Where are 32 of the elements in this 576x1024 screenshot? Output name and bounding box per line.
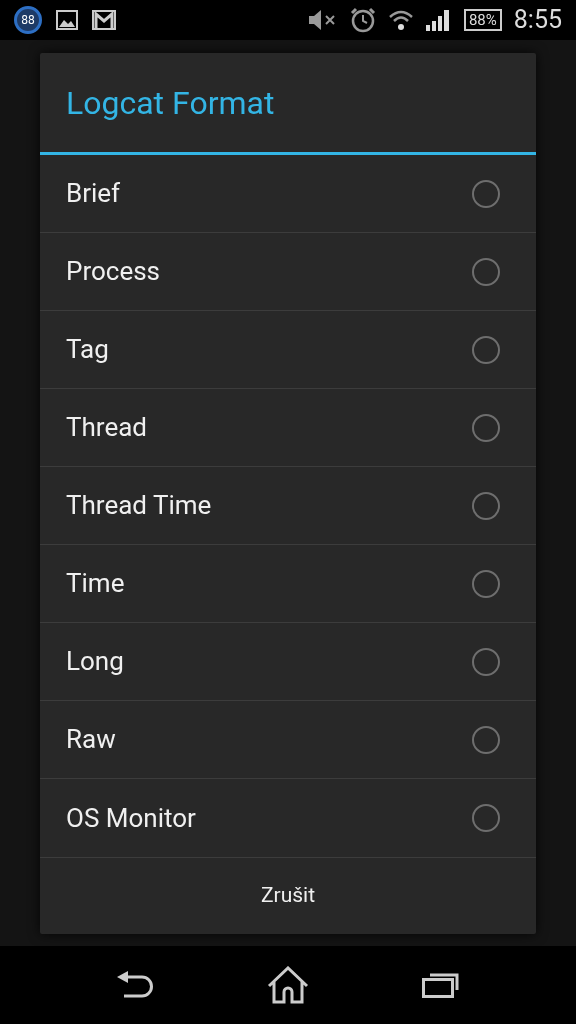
radio-button[interactable]: [472, 647, 500, 676]
mute-icon: [307, 9, 338, 31]
notification-badge: 88: [14, 6, 42, 34]
option-row[interactable]: Tag: [40, 311, 536, 389]
radio-button[interactable]: [472, 725, 500, 754]
dialog-title: Logcat Format: [66, 82, 275, 124]
radio-button[interactable]: [472, 804, 500, 832]
option-row[interactable]: Thread Time: [40, 467, 536, 545]
radio-button[interactable]: [472, 179, 500, 208]
cancel-button[interactable]: Zrušit: [40, 857, 536, 934]
alarm-clock-icon: [349, 7, 376, 33]
back-icon[interactable]: [116, 971, 155, 999]
home-icon[interactable]: [267, 966, 309, 1004]
signal-icon: [425, 9, 452, 31]
option-row[interactable]: Process: [40, 233, 536, 311]
option-row[interactable]: Long: [40, 623, 536, 701]
clock: 8:55: [513, 4, 562, 37]
option-row[interactable]: OS Monitor: [40, 779, 536, 857]
wifi-icon: [387, 9, 414, 31]
option-row[interactable]: Time: [40, 545, 536, 623]
option-row[interactable]: Brief: [40, 155, 536, 233]
mail-icon: [92, 10, 116, 30]
radio-button[interactable]: [472, 491, 500, 520]
radio-button[interactable]: [472, 257, 500, 286]
radio-button[interactable]: [472, 413, 500, 442]
option-row[interactable]: Thread: [40, 389, 536, 467]
image-icon: [56, 10, 78, 30]
battery-indicator: 88%: [463, 9, 502, 31]
recent-apps-icon[interactable]: [421, 972, 460, 998]
radio-button[interactable]: [472, 335, 500, 364]
radio-button[interactable]: [472, 569, 500, 598]
option-row[interactable]: Raw: [40, 701, 536, 779]
